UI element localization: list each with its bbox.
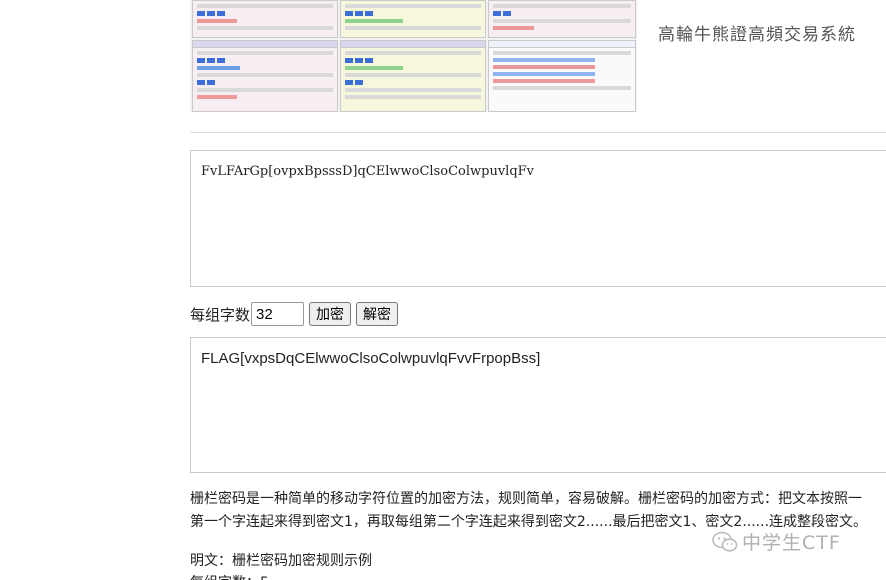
screenshot-panel (192, 40, 338, 112)
trading-system-screenshot (190, 0, 637, 112)
banner-caption: 高輪牛熊證高頻交易系統 (658, 25, 856, 45)
wechat-watermark: 中学生CTF (712, 528, 841, 555)
example-group-size: 每组字数：5 (190, 572, 269, 580)
cipher-textarea[interactable]: FvLFArGp[ovpxBpsssD]qCElwwoClsoColwpuvlq… (190, 150, 886, 287)
description-line: 栅栏密码是一种简单的移动字符位置的加密方法，规则简单，容易破解。栅栏密码的加密方… (190, 491, 862, 507)
screenshot-panel (192, 0, 338, 38)
screenshot-panel (488, 40, 636, 112)
screenshot-panel (488, 0, 636, 38)
watermark-text: 中学生CTF (742, 532, 841, 554)
group-size-label: 每组字数 (190, 305, 251, 324)
screenshot-panel (340, 40, 486, 112)
plaintext-textarea[interactable]: FLAG[vxpsDqCElwwoClsoColwpuvlqFvvFrpopBs… (190, 337, 886, 473)
article-banner-image: 高輪牛熊證高頻交易系統 (190, 0, 886, 133)
group-size-input[interactable] (251, 302, 305, 326)
encrypt-button[interactable]: 加密 (309, 302, 352, 326)
screenshot-panel (340, 0, 486, 38)
example-plaintext: 明文：栅栏密码加密规则示例 (190, 553, 372, 569)
cipher-controls: 每组字数 加密 解密 (190, 301, 399, 327)
decrypt-button[interactable]: 解密 (356, 302, 399, 326)
wechat-icon (712, 531, 738, 552)
